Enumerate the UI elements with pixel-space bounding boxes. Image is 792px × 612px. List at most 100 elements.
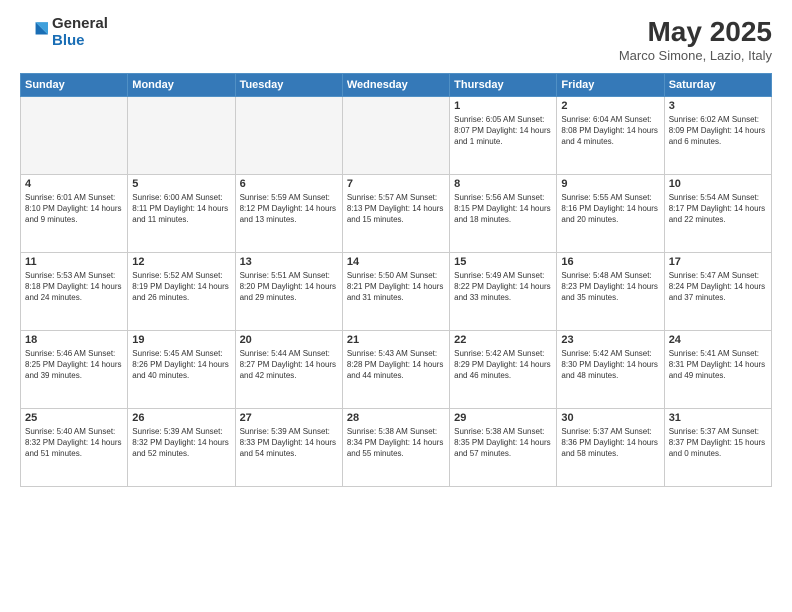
day-info: Sunrise: 5:48 AM Sunset: 8:23 PM Dayligh… [561,270,659,304]
calendar-day [128,97,235,175]
day-number: 18 [25,334,123,346]
day-number: 9 [561,178,659,190]
day-info: Sunrise: 5:43 AM Sunset: 8:28 PM Dayligh… [347,348,445,382]
day-number: 5 [132,178,230,190]
day-info: Sunrise: 5:38 AM Sunset: 8:34 PM Dayligh… [347,426,445,460]
day-info: Sunrise: 6:02 AM Sunset: 8:09 PM Dayligh… [669,114,767,148]
day-info: Sunrise: 5:39 AM Sunset: 8:33 PM Dayligh… [240,426,338,460]
calendar-day [342,97,449,175]
calendar-day: 14 Sunrise: 5:50 AM Sunset: 8:21 PM Dayli… [342,253,449,331]
day-number: 13 [240,256,338,268]
day-info: Sunrise: 5:47 AM Sunset: 8:24 PM Dayligh… [669,270,767,304]
calendar-day: 25 Sunrise: 5:40 AM Sunset: 8:32 PM Dayli… [21,409,128,487]
day-info: Sunrise: 5:53 AM Sunset: 8:18 PM Dayligh… [25,270,123,304]
day-info: Sunrise: 5:39 AM Sunset: 8:32 PM Dayligh… [132,426,230,460]
day-info: Sunrise: 5:50 AM Sunset: 8:21 PM Dayligh… [347,270,445,304]
day-info: Sunrise: 6:04 AM Sunset: 8:08 PM Dayligh… [561,114,659,148]
day-info: Sunrise: 5:57 AM Sunset: 8:13 PM Dayligh… [347,192,445,226]
calendar-day: 12Sunrise: 5:52 AM Sunset: 8:19 PM Dayli… [128,253,235,331]
day-info: Sunrise: 5:40 AM Sunset: 8:32 PM Dayligh… [25,426,123,460]
calendar-day: 8 Sunrise: 5:56 AM Sunset: 8:15 PM Daylig… [450,175,557,253]
calendar-week-4: 25 Sunrise: 5:40 AM Sunset: 8:32 PM Dayli… [21,409,772,487]
header-row: Sunday Monday Tuesday Wednesday Thursday… [21,74,772,97]
day-number: 16 [561,256,659,268]
calendar-week-0: 1Sunrise: 6:05 AM Sunset: 8:07 PM Daylig… [21,97,772,175]
day-number: 22 [454,334,552,346]
logo-icon [20,19,48,47]
calendar-day: 22 Sunrise: 5:42 AM Sunset: 8:29 PM Dayli… [450,331,557,409]
day-info: Sunrise: 5:42 AM Sunset: 8:30 PM Dayligh… [561,348,659,382]
logo-general: General [52,16,108,33]
calendar-day: 30 Sunrise: 5:37 AM Sunset: 8:36 PM Dayli… [557,409,664,487]
calendar-table: Sunday Monday Tuesday Wednesday Thursday… [20,73,772,487]
day-number: 10 [669,178,767,190]
day-number: 31 [669,412,767,424]
logo: General Blue [20,16,108,49]
calendar-day: 26Sunrise: 5:39 AM Sunset: 8:32 PM Dayli… [128,409,235,487]
day-number: 20 [240,334,338,346]
day-number: 2 [561,100,659,112]
day-info: Sunrise: 5:55 AM Sunset: 8:16 PM Dayligh… [561,192,659,226]
calendar-day: 28 Sunrise: 5:38 AM Sunset: 8:34 PM Dayli… [342,409,449,487]
day-info: Sunrise: 6:05 AM Sunset: 8:07 PM Dayligh… [454,114,552,148]
page: General Blue May 2025 Marco Simone, Lazi… [0,0,792,612]
header: General Blue May 2025 Marco Simone, Lazi… [20,16,772,63]
day-number: 4 [25,178,123,190]
calendar-day: 31Sunrise: 5:37 AM Sunset: 8:37 PM Dayli… [664,409,771,487]
calendar-title: May 2025 [619,16,772,48]
col-saturday: Saturday [664,74,771,97]
day-info: Sunrise: 6:01 AM Sunset: 8:10 PM Dayligh… [25,192,123,226]
day-number: 14 [347,256,445,268]
day-info: Sunrise: 5:51 AM Sunset: 8:20 PM Dayligh… [240,270,338,304]
day-number: 7 [347,178,445,190]
calendar-day: 3Sunrise: 6:02 AM Sunset: 8:09 PM Daylig… [664,97,771,175]
day-number: 15 [454,256,552,268]
day-info: Sunrise: 5:38 AM Sunset: 8:35 PM Dayligh… [454,426,552,460]
calendar-day: 11Sunrise: 5:53 AM Sunset: 8:18 PM Dayli… [21,253,128,331]
day-number: 8 [454,178,552,190]
calendar-day: 10Sunrise: 5:54 AM Sunset: 8:17 PM Dayli… [664,175,771,253]
col-wednesday: Wednesday [342,74,449,97]
col-thursday: Thursday [450,74,557,97]
calendar-week-3: 18 Sunrise: 5:46 AM Sunset: 8:25 PM Dayli… [21,331,772,409]
calendar-day: 24 Sunrise: 5:41 AM Sunset: 8:31 PM Dayli… [664,331,771,409]
day-info: Sunrise: 5:41 AM Sunset: 8:31 PM Dayligh… [669,348,767,382]
day-info: Sunrise: 5:45 AM Sunset: 8:26 PM Dayligh… [132,348,230,382]
title-block: May 2025 Marco Simone, Lazio, Italy [619,16,772,63]
calendar-week-1: 4 Sunrise: 6:01 AM Sunset: 8:10 PM Daylig… [21,175,772,253]
col-tuesday: Tuesday [235,74,342,97]
logo-blue: Blue [52,33,108,50]
calendar-day: 6Sunrise: 5:59 AM Sunset: 8:12 PM Daylig… [235,175,342,253]
day-info: Sunrise: 5:44 AM Sunset: 8:27 PM Dayligh… [240,348,338,382]
col-sunday: Sunday [21,74,128,97]
calendar-subtitle: Marco Simone, Lazio, Italy [619,48,772,63]
day-info: Sunrise: 5:42 AM Sunset: 8:29 PM Dayligh… [454,348,552,382]
calendar-day: 15Sunrise: 5:49 AM Sunset: 8:22 PM Dayli… [450,253,557,331]
calendar-day: 20 Sunrise: 5:44 AM Sunset: 8:27 PM Dayli… [235,331,342,409]
calendar-day: 2 Sunrise: 6:04 AM Sunset: 8:08 PM Daylig… [557,97,664,175]
day-number: 25 [25,412,123,424]
calendar-day: 19Sunrise: 5:45 AM Sunset: 8:26 PM Dayli… [128,331,235,409]
col-friday: Friday [557,74,664,97]
day-info: Sunrise: 5:37 AM Sunset: 8:36 PM Dayligh… [561,426,659,460]
day-info: Sunrise: 5:56 AM Sunset: 8:15 PM Dayligh… [454,192,552,226]
calendar-day [21,97,128,175]
logo-text: General Blue [52,16,108,49]
day-number: 17 [669,256,767,268]
day-number: 12 [132,256,230,268]
day-number: 28 [347,412,445,424]
calendar-day: 9 Sunrise: 5:55 AM Sunset: 8:16 PM Daylig… [557,175,664,253]
day-info: Sunrise: 5:46 AM Sunset: 8:25 PM Dayligh… [25,348,123,382]
calendar-day: 7 Sunrise: 5:57 AM Sunset: 8:13 PM Daylig… [342,175,449,253]
calendar-day: 1Sunrise: 6:05 AM Sunset: 8:07 PM Daylig… [450,97,557,175]
day-number: 30 [561,412,659,424]
calendar-day: 23Sunrise: 5:42 AM Sunset: 8:30 PM Dayli… [557,331,664,409]
calendar-day: 16 Sunrise: 5:48 AM Sunset: 8:23 PM Dayli… [557,253,664,331]
day-info: Sunrise: 5:59 AM Sunset: 8:12 PM Dayligh… [240,192,338,226]
calendar-day: 17 Sunrise: 5:47 AM Sunset: 8:24 PM Dayli… [664,253,771,331]
day-number: 27 [240,412,338,424]
day-number: 24 [669,334,767,346]
calendar-day: 21 Sunrise: 5:43 AM Sunset: 8:28 PM Dayli… [342,331,449,409]
day-number: 29 [454,412,552,424]
day-number: 21 [347,334,445,346]
